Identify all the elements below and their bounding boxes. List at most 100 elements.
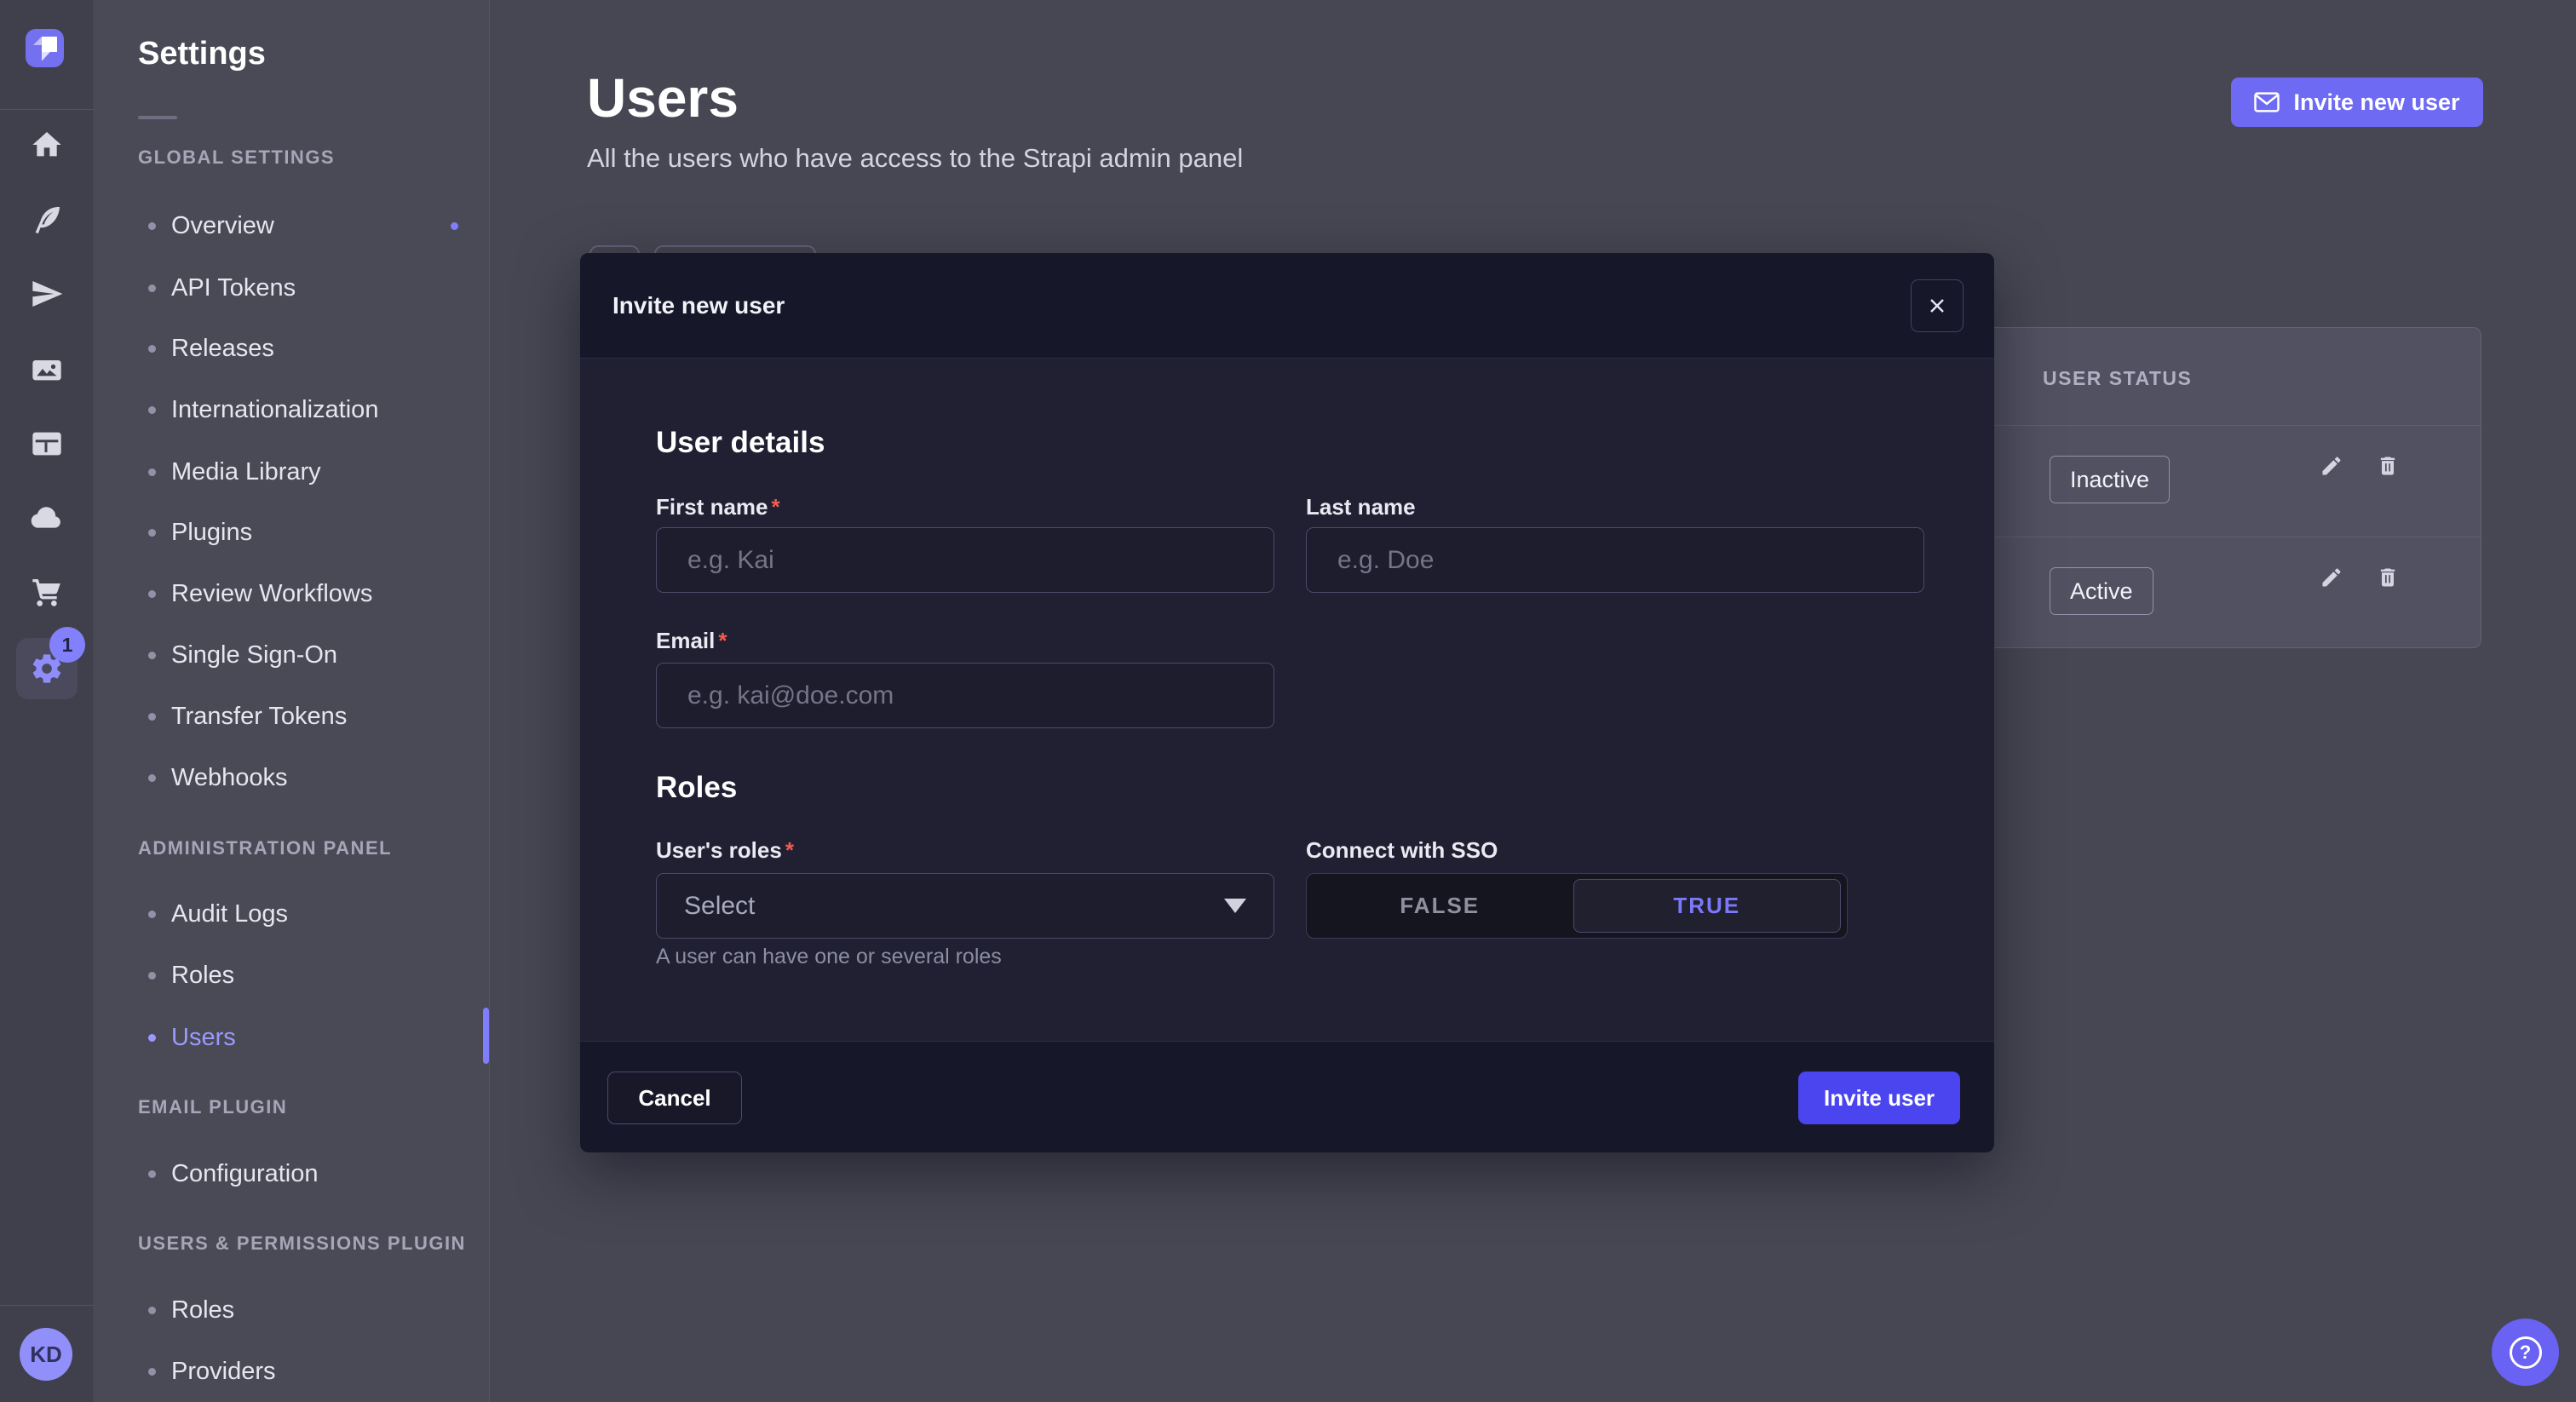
- feather-icon: [30, 203, 64, 237]
- notification-dot: [451, 222, 458, 230]
- column-header-user-status: USER STATUS: [2043, 367, 2192, 390]
- divider: [1959, 425, 2481, 426]
- section-heading-user-details: User details: [656, 426, 825, 460]
- rail-item-content-builder[interactable]: [28, 201, 66, 238]
- pencil-icon: [2320, 454, 2343, 478]
- divider: [0, 109, 94, 110]
- bullet-icon: [148, 345, 156, 353]
- rail-item-content-manager[interactable]: [28, 425, 66, 463]
- status-badge: Inactive: [2050, 456, 2170, 503]
- sidebar-item-releases[interactable]: Releases: [148, 334, 274, 363]
- pencil-icon: [2320, 566, 2343, 589]
- section-header-users-permissions-plugin: USERS & PERMISSIONS PLUGIN: [138, 1232, 466, 1255]
- bullet-icon: [148, 222, 156, 230]
- layout-icon: [30, 427, 64, 461]
- nav-rail: 1 KD: [0, 0, 94, 1402]
- select-value: Select: [684, 892, 755, 921]
- edit-user-button[interactable]: [2319, 453, 2344, 479]
- first-name-field[interactable]: [656, 527, 1274, 593]
- sidebar-scrollbar-thumb[interactable]: [483, 1008, 489, 1064]
- question-mark-icon: ?: [2510, 1336, 2542, 1369]
- settings-notification-badge: 1: [49, 627, 85, 663]
- trash-icon: [2376, 566, 2400, 589]
- sidebar-item-audit-logs[interactable]: Audit Logs: [148, 899, 288, 928]
- required-marker: *: [785, 837, 794, 863]
- sso-toggle-true[interactable]: TRUE: [1573, 879, 1842, 933]
- last-name-field[interactable]: [1306, 527, 1924, 593]
- modal-title: Invite new user: [612, 253, 785, 359]
- users-roles-hint: A user can have one or several roles: [656, 945, 1002, 969]
- sidebar-item-single-sign-on[interactable]: Single Sign-On: [148, 641, 337, 669]
- sidebar-item-admin-roles[interactable]: Roles: [148, 961, 234, 990]
- bullet-icon: [148, 972, 156, 980]
- sso-toggle-false[interactable]: FALSE: [1307, 874, 1573, 938]
- sidebar-item-configuration[interactable]: Configuration: [148, 1159, 319, 1188]
- sidebar-item-plugins[interactable]: Plugins: [148, 518, 252, 547]
- envelope-icon: [2254, 92, 2280, 112]
- status-badge: Active: [2050, 567, 2153, 615]
- connect-with-sso-label: Connect with SSO: [1306, 837, 1498, 864]
- bullet-icon: [148, 652, 156, 659]
- email-label: Email*: [656, 628, 727, 654]
- cancel-button[interactable]: Cancel: [607, 1072, 742, 1124]
- sidebar-item-media-library[interactable]: Media Library: [148, 457, 321, 486]
- modal-header: Invite new user: [580, 253, 1994, 359]
- strapi-admin-screen: 1 KD Settings GLOBAL SETTINGS Overview A…: [0, 0, 2576, 1402]
- bullet-icon: [148, 468, 156, 476]
- strapi-logo-glyph: [42, 37, 57, 52]
- strapi-logo[interactable]: [26, 29, 64, 67]
- sidebar-item-transfer-tokens[interactable]: Transfer Tokens: [148, 702, 347, 731]
- images-icon: [30, 352, 64, 386]
- rail-item-send[interactable]: [28, 275, 66, 313]
- chevron-down-icon: [1224, 899, 1246, 913]
- bullet-icon: [148, 406, 156, 414]
- cloud-icon: [30, 501, 64, 535]
- sso-toggle: FALSE TRUE: [1306, 873, 1848, 939]
- invite-new-user-modal: Invite new user User details First name*…: [580, 253, 1994, 1152]
- modal-footer: Cancel Invite user: [580, 1041, 1994, 1152]
- divider: [138, 116, 177, 119]
- rail-item-media-library[interactable]: [28, 350, 66, 388]
- bullet-icon: [148, 284, 156, 292]
- sidebar-item-internationalization[interactable]: Internationalization: [148, 395, 378, 424]
- sidebar-item-api-tokens[interactable]: API Tokens: [148, 273, 296, 302]
- sidebar-item-up-roles[interactable]: Roles: [148, 1296, 234, 1324]
- paper-plane-icon: [30, 277, 64, 311]
- last-name-label: Last name: [1306, 494, 1416, 520]
- bullet-icon: [148, 911, 156, 918]
- delete-user-button[interactable]: [2375, 453, 2401, 479]
- bullet-icon: [148, 713, 156, 721]
- sidebar-item-overview[interactable]: Overview: [148, 211, 274, 240]
- home-icon: [30, 128, 64, 162]
- bullet-icon: [148, 590, 156, 598]
- page-title: Users: [587, 66, 739, 129]
- sidebar-item-review-workflows[interactable]: Review Workflows: [148, 579, 372, 608]
- cart-icon: [30, 575, 64, 609]
- first-name-label: First name*: [656, 494, 780, 520]
- bullet-icon: [148, 1170, 156, 1178]
- user-avatar[interactable]: KD: [20, 1328, 72, 1381]
- email-field[interactable]: [656, 663, 1274, 728]
- invite-user-submit-button[interactable]: Invite user: [1798, 1072, 1960, 1124]
- rail-item-marketplace[interactable]: [28, 573, 66, 611]
- close-icon: [1927, 296, 1947, 316]
- edit-user-button[interactable]: [2319, 565, 2344, 590]
- help-button[interactable]: ?: [2492, 1319, 2559, 1386]
- sidebar-item-webhooks[interactable]: Webhooks: [148, 763, 288, 792]
- section-header-global-settings: GLOBAL SETTINGS: [138, 147, 335, 169]
- sidebar-title: Settings: [138, 36, 266, 72]
- divider: [0, 1305, 94, 1306]
- sidebar-item-users[interactable]: Users: [148, 1023, 236, 1052]
- modal-close-button[interactable]: [1911, 279, 1964, 332]
- page-subtitle: All the users who have access to the Str…: [587, 143, 1243, 174]
- rail-item-home[interactable]: [28, 126, 66, 164]
- bullet-icon: [148, 774, 156, 782]
- rail-item-cloud[interactable]: [28, 499, 66, 537]
- sidebar-item-providers[interactable]: Providers: [148, 1357, 276, 1386]
- invite-new-user-button[interactable]: Invite new user: [2231, 78, 2483, 127]
- bullet-icon: [148, 1307, 156, 1314]
- delete-user-button[interactable]: [2375, 565, 2401, 590]
- trash-icon: [2376, 454, 2400, 478]
- bullet-icon: [148, 1034, 156, 1042]
- users-roles-select[interactable]: Select: [656, 873, 1274, 939]
